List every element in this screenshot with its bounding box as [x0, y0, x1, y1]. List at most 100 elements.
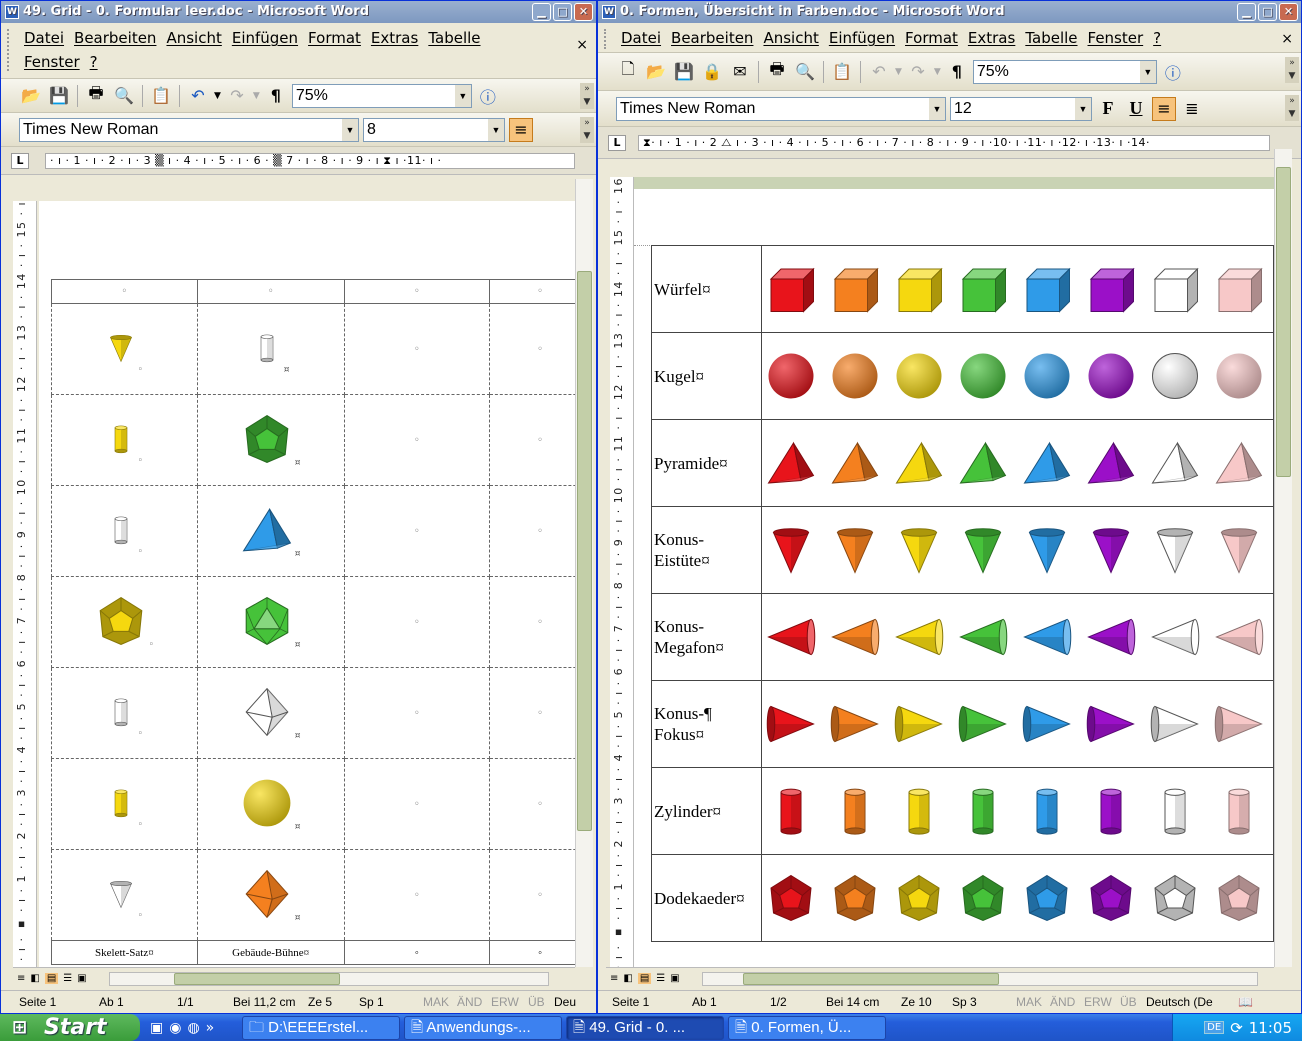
align-justify-icon[interactable]: ≣ — [1180, 97, 1204, 121]
paste-icon[interactable]: 📋 — [149, 84, 173, 108]
dodecahedron-icon[interactable] — [830, 873, 880, 923]
network-icon[interactable]: ⟳ — [1230, 1019, 1243, 1037]
cylinder-yellow-icon[interactable] — [106, 415, 136, 463]
grid-cell[interactable]: ◦ — [489, 849, 575, 941]
cone-down-icon[interactable] — [1214, 525, 1264, 575]
help-icon[interactable]: ⓘ — [1161, 60, 1185, 84]
pyramid-icon[interactable] — [1150, 438, 1200, 488]
dodecahedron-icon[interactable] — [958, 873, 1008, 923]
web-view-icon[interactable]: ◧ — [623, 973, 632, 984]
start-button[interactable]: ⊞ Start — [0, 1014, 140, 1041]
pyramid-icon[interactable] — [1214, 438, 1264, 488]
firefox-icon[interactable]: ◉ — [169, 1020, 181, 1036]
grid-cell[interactable]: ¤ — [196, 576, 345, 668]
left-horizontal-scrollbar[interactable] — [109, 972, 549, 986]
pilcrow-icon[interactable]: ¶ — [264, 84, 288, 108]
dodecahedron-icon[interactable] — [766, 873, 816, 923]
cylinder-icon[interactable] — [1150, 786, 1200, 836]
right-document-page[interactable]: Würfel¤ Kugel¤ Pyramide¤ Konus- Eistüte¤… — [634, 177, 1274, 967]
grid-cell[interactable]: ¤ — [196, 394, 345, 486]
grid-cell[interactable]: ◦ — [489, 667, 575, 759]
cylinder-yellow-icon[interactable] — [106, 779, 136, 827]
open-icon[interactable]: 📂 — [19, 84, 43, 108]
taskbar-item-explorer[interactable]: 🗀 D:\EEEErstel... — [242, 1015, 400, 1040]
sphere-icon[interactable] — [1086, 351, 1136, 401]
undo-icon[interactable]: ↶ — [186, 84, 210, 108]
cone-left-icon[interactable] — [830, 612, 880, 662]
browser-icon[interactable]: ◍ — [187, 1020, 199, 1036]
chevron-down-icon[interactable]: ▼ — [454, 84, 471, 107]
menu-extras[interactable]: Extras — [371, 29, 418, 47]
redo-icon[interactable]: ↷ — [225, 84, 249, 108]
right-title-bar[interactable]: W 0. Formen, Übersicht in Farben.doc - M… — [598, 1, 1301, 23]
right-word-window[interactable]: W 0. Formen, Übersicht in Farben.doc - M… — [597, 0, 1302, 1014]
sphere-icon[interactable] — [1150, 351, 1200, 401]
grid-table[interactable]: ◦ ◦ ◦ ◦ ◦ ¤ ◦ ◦ ◦ ¤ ◦ ◦ ◦ ¤ ◦ ◦ ◦ ¤ ◦ ◦ … — [51, 279, 575, 965]
align-left-icon[interactable]: ≡ — [1152, 96, 1176, 121]
font-size-combo[interactable]: 8 ▼ — [363, 117, 505, 142]
cylinder-icon[interactable] — [1214, 786, 1264, 836]
permission-icon[interactable]: 🔒 — [700, 60, 724, 84]
cone-left-icon[interactable] — [1214, 612, 1264, 662]
cone-down-icon[interactable] — [1022, 525, 1072, 575]
cylinder-icon[interactable] — [1086, 786, 1136, 836]
shape-row-cell[interactable] — [761, 419, 1274, 507]
cone-left-icon[interactable] — [766, 612, 816, 662]
cone-right-icon[interactable] — [894, 699, 944, 749]
shape-row-cell[interactable] — [761, 506, 1274, 594]
cone-white-icon[interactable] — [106, 870, 136, 918]
grid-header-cell[interactable]: ◦ — [489, 279, 575, 304]
right-vertical-scrollbar[interactable] — [1274, 149, 1292, 967]
grid-cell[interactable]: ◦ — [343, 576, 491, 668]
cone-left-icon[interactable] — [1086, 612, 1136, 662]
grid-cell[interactable]: ◦ — [343, 849, 491, 941]
grid-footer-cell[interactable]: ◦ — [343, 940, 491, 965]
cube-icon[interactable] — [1150, 264, 1200, 314]
menu-grip[interactable] — [604, 29, 607, 49]
shape-row-label[interactable]: Konus- Megafon¤ — [651, 593, 762, 681]
grid-cell[interactable]: ◦ — [51, 394, 198, 486]
reading-view-icon[interactable]: ▣ — [670, 973, 679, 984]
left-title-bar[interactable]: W 49. Grid - 0. Formular leer.doc - Micr… — [1, 1, 596, 23]
dodecahedron-icon[interactable] — [1022, 873, 1072, 923]
shape-row-cell[interactable] — [761, 332, 1274, 420]
grid-header-cell[interactable]: ◦ — [196, 279, 345, 304]
cone-right-icon[interactable] — [1214, 699, 1264, 749]
scroll-thumb[interactable] — [577, 271, 592, 831]
cube-icon[interactable] — [1086, 264, 1136, 314]
status-and[interactable]: ÄND — [1050, 992, 1075, 1012]
scroll-thumb[interactable] — [1276, 167, 1291, 477]
scroll-thumb[interactable] — [743, 973, 999, 985]
save-icon[interactable]: 💾 — [47, 84, 71, 108]
taskbar-item-word-anwendungs[interactable]: 🗎 Anwendungs-... — [404, 1015, 562, 1040]
grid-cell[interactable]: ◦ — [51, 758, 198, 850]
shape-row-cell[interactable] — [761, 767, 1274, 855]
menu-format[interactable]: Format — [905, 29, 958, 47]
menu-datei[interactable]: Datei — [621, 29, 661, 47]
bold-button[interactable]: F — [1096, 97, 1120, 121]
print-layout-icon[interactable]: ▤ — [44, 973, 59, 984]
menu-help[interactable]: ? — [1153, 29, 1161, 47]
menu-close-icon[interactable]: × — [576, 37, 588, 53]
language-indicator[interactable]: DE — [1204, 1021, 1225, 1034]
shape-row-cell[interactable] — [761, 593, 1274, 681]
cone-left-icon[interactable] — [958, 612, 1008, 662]
save-icon[interactable]: 💾 — [672, 60, 696, 84]
left-vertical-ruler[interactable]: · 1 · ı · ▪ · ı · 1 · ı · 2 · ı · 3 · ı … — [13, 201, 37, 967]
cone-down-icon[interactable] — [766, 525, 816, 575]
grid-cell[interactable]: ◦ — [489, 576, 575, 668]
grid-cell[interactable]: ¤ — [196, 758, 345, 850]
minimize-button[interactable]: ▁ — [1237, 3, 1256, 21]
menu-einfuegen[interactable]: Einfügen — [232, 29, 298, 47]
print-preview-icon[interactable]: 🔍 — [112, 84, 136, 108]
show-desktop-icon[interactable]: ▣ — [150, 1020, 163, 1036]
menu-close-icon[interactable]: × — [1281, 31, 1293, 47]
align-center-icon[interactable]: ≡ — [509, 117, 533, 142]
open-icon[interactable]: 📂 — [644, 60, 668, 84]
status-mak[interactable]: MAK — [1016, 992, 1042, 1012]
chevron-down-icon[interactable]: ▼ — [488, 118, 504, 141]
status-mak[interactable]: MAK — [423, 992, 449, 1012]
maximize-button[interactable]: □ — [553, 3, 572, 21]
pyramid-icon[interactable] — [958, 438, 1008, 488]
grid-cell[interactable]: ◦ — [51, 576, 198, 668]
